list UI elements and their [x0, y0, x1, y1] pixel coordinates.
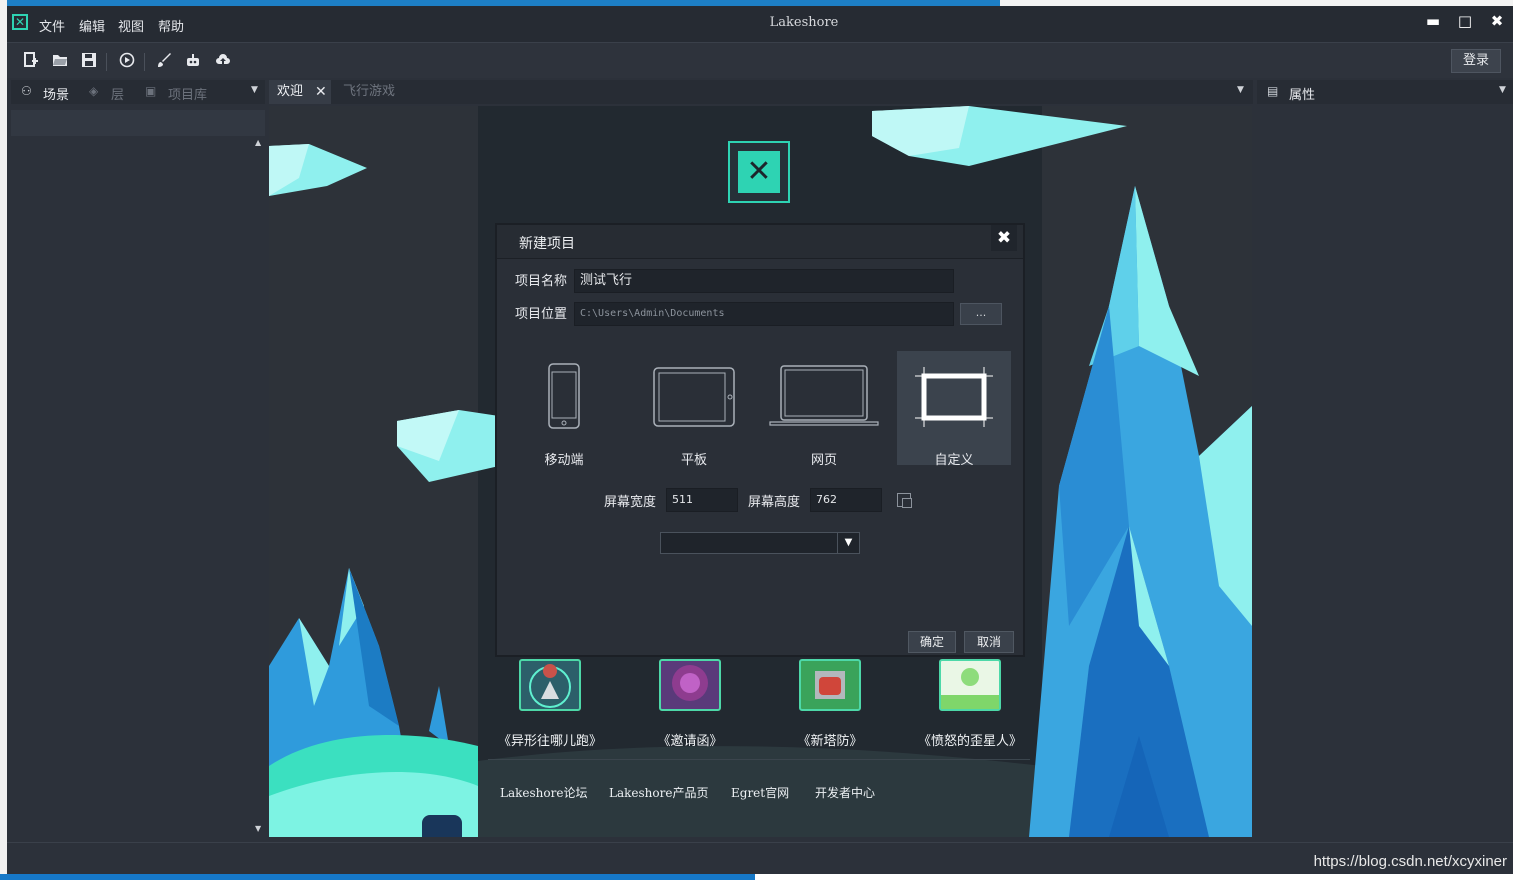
host-left-strip [0, 0, 7, 880]
login-button[interactable]: 登录 [1451, 49, 1501, 73]
screen: { "app": { "title": "Lakeshore", "logo_i… [0, 0, 1520, 880]
resolution-select[interactable]: ▼ [660, 532, 860, 554]
screen-height-input[interactable]: 762 [810, 488, 882, 512]
robot-icon[interactable] [184, 52, 202, 70]
game-thumb-4[interactable] [939, 659, 1001, 711]
title-bar: ✕ 文件 编辑 视图 帮助 Lakeshore ▬ □ ✖ [7, 6, 1513, 42]
tablet-icon [653, 367, 735, 427]
device-tablet-label: 平板 [680, 453, 707, 468]
editor-tabs: 欢迎 ✕ 飞行游戏 ▼ [269, 80, 1253, 104]
right-panel-tabs: ▤ 属性 ▼ [1257, 80, 1513, 104]
dialog-close-button[interactable]: ✖ [991, 225, 1017, 251]
link-egret[interactable]: Egret官网 [731, 784, 789, 801]
maximize-button[interactable]: □ [1451, 10, 1479, 32]
tab-flight-game[interactable]: 飞行游戏 [335, 80, 419, 104]
tab-properties[interactable]: 属性 [1289, 84, 1315, 103]
character-illustration [422, 815, 462, 837]
library-icon: ▣ [145, 84, 157, 98]
app-window: ✕ 文件 编辑 视图 帮助 Lakeshore ▬ □ ✖ 登录 ⚇ 场景 ◈ … [7, 6, 1513, 874]
cloud-upload-icon[interactable] [214, 52, 232, 70]
device-web-label: 网页 [810, 453, 837, 468]
game-thumb-3[interactable] [799, 659, 861, 711]
save-icon[interactable] [80, 52, 98, 70]
scroll-up-icon[interactable]: ▲ [255, 138, 261, 147]
chevron-down-icon: ▼ [837, 533, 859, 553]
project-location-label: 项目位置 [515, 307, 568, 322]
screen-width-label: 屏幕宽度 [604, 495, 657, 510]
ok-button[interactable]: 确定 [908, 631, 956, 653]
right-panel: ▤ 属性 ▼ [1257, 80, 1513, 840]
device-custom-label: 自定义 [934, 453, 974, 468]
divider [488, 759, 1030, 760]
welcome-page: ✕ 《异形往哪儿跑》 《邀请函》 《新塔防》 《愤怒的歪星人》 Lakeshor… [269, 106, 1252, 837]
tab-welcome-label: 欢迎 [277, 84, 304, 99]
brush-icon[interactable] [155, 52, 173, 70]
tab-scene[interactable]: 场景 [43, 84, 69, 103]
game-label-3[interactable]: 《新塔防》 [760, 730, 900, 749]
custom-size-icon [915, 367, 993, 427]
browse-button[interactable]: ... [960, 303, 1002, 325]
device-tablet[interactable]: 平板 [637, 351, 751, 468]
game-label-1[interactable]: 《异形往哪儿跑》 [480, 730, 620, 749]
screen-width-input[interactable]: 511 [666, 488, 738, 512]
left-panel-tabs: ⚇ 场景 ◈ 层 ▣ 项目库 ▼ [11, 80, 265, 104]
cancel-button[interactable]: 取消 [964, 631, 1014, 653]
swap-orientation-icon[interactable] [897, 493, 912, 508]
host-right-strip [1513, 0, 1520, 880]
new-project-icon[interactable] [22, 52, 40, 70]
toolbar-separator [106, 53, 107, 71]
screen-height-label: 屏幕高度 [748, 495, 801, 510]
link-forum[interactable]: Lakeshore论坛 [500, 784, 587, 801]
device-mobile[interactable]: 移动端 [507, 351, 621, 468]
project-location-input[interactable]: C:\Users\Admin\Documents [574, 302, 954, 326]
chevron-down-icon[interactable]: ▼ [1499, 85, 1506, 95]
dialog-title: 新建项目 [519, 236, 575, 252]
welcome-logo-icon: ✕ [728, 141, 790, 203]
mobile-icon [548, 363, 580, 429]
link-developer[interactable]: 开发者中心 [815, 784, 875, 801]
minimize-button[interactable]: ▬ [1419, 10, 1447, 32]
game-thumb-2[interactable] [659, 659, 721, 711]
game-thumb-1[interactable] [519, 659, 581, 711]
scene-icon: ⚇ [21, 84, 32, 98]
close-window-button[interactable]: ✖ [1483, 10, 1511, 32]
left-panel-header [11, 110, 265, 136]
status-bar: https://blog.csdn.net/xcyxiner [7, 842, 1513, 874]
toolbar-separator [144, 53, 145, 71]
close-icon[interactable]: ✕ [315, 80, 327, 104]
project-name-label: 项目名称 [515, 274, 568, 289]
open-folder-icon[interactable] [51, 52, 69, 70]
tab-welcome[interactable]: 欢迎 ✕ [269, 80, 331, 104]
device-web[interactable]: 网页 [767, 351, 881, 468]
link-product[interactable]: Lakeshore产品页 [609, 784, 708, 801]
play-icon[interactable] [118, 52, 136, 70]
left-panel: ⚇ 场景 ◈ 层 ▣ 项目库 ▼ ▲ ▼ [11, 80, 265, 840]
device-mobile-label: 移动端 [544, 453, 584, 468]
tab-library[interactable]: 项目库 [168, 84, 207, 103]
game-label-4[interactable]: 《愤怒的歪星人》 [900, 730, 1040, 749]
scroll-down-icon[interactable]: ▼ [255, 824, 261, 833]
layers-icon: ◈ [89, 84, 99, 98]
properties-icon: ▤ [1267, 84, 1279, 98]
project-name-input[interactable]: 测试飞行 [574, 269, 954, 293]
tab-layers[interactable]: 层 [111, 84, 124, 103]
window-title: Lakeshore [769, 15, 839, 30]
device-custom[interactable]: 自定义 [897, 351, 1011, 468]
dialog-titlebar: 新建项目 ✖ [497, 225, 1023, 259]
laptop-icon [769, 365, 879, 426]
watermark: https://blog.csdn.net/xcyxiner [1313, 853, 1507, 870]
chevron-down-icon[interactable]: ▼ [1237, 85, 1244, 95]
game-label-2[interactable]: 《邀请函》 [620, 730, 760, 749]
new-project-dialog: 新建项目 ✖ 项目名称 测试飞行 项目位置 C:\Users\Admin\Doc… [495, 223, 1025, 657]
host-bottom-strip [0, 874, 755, 880]
chevron-down-icon[interactable]: ▼ [251, 85, 258, 95]
toolbar: 登录 [7, 42, 1513, 78]
